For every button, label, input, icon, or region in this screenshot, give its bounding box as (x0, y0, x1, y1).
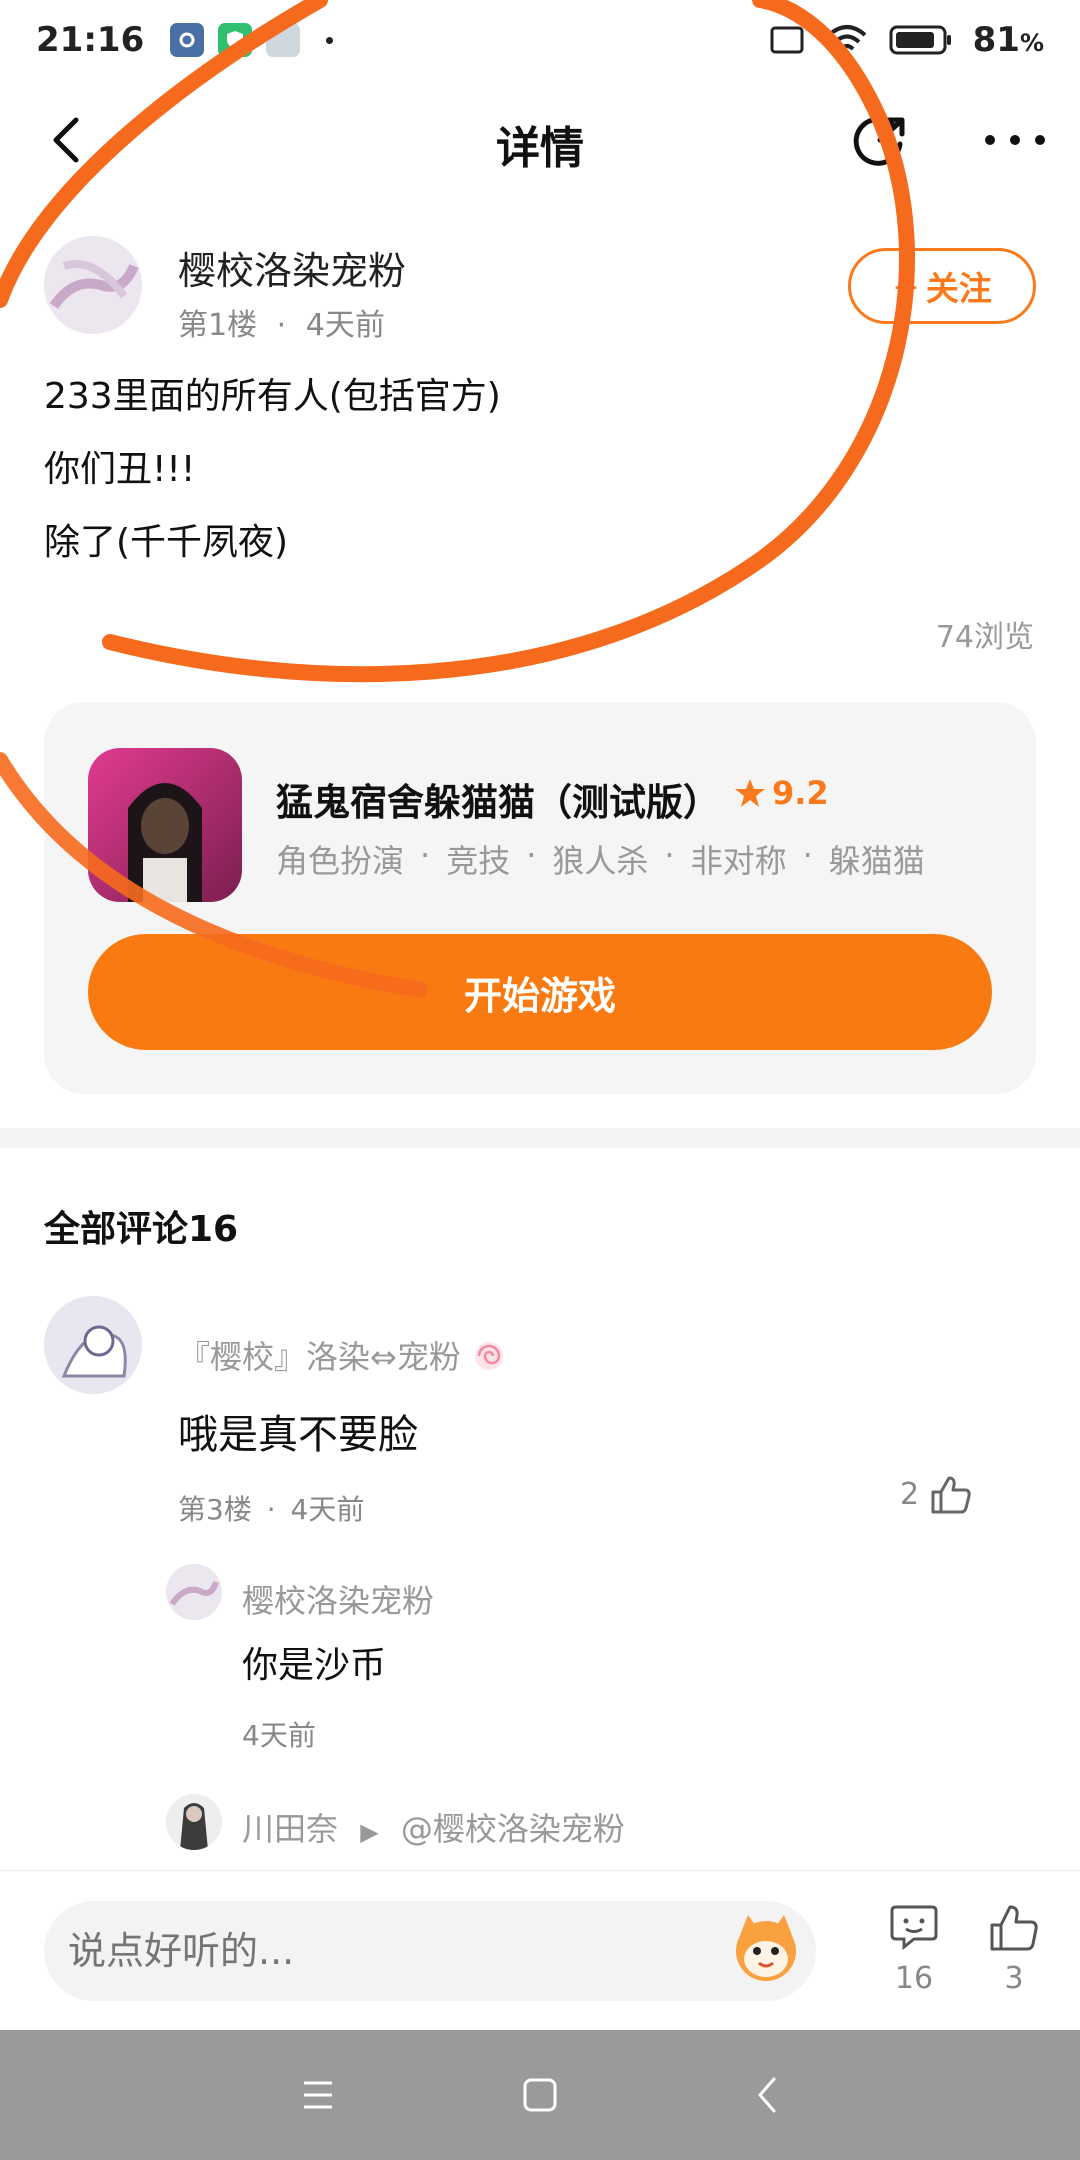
comment-floor: 第3楼 (178, 1493, 252, 1526)
post-time: 4天前 (305, 308, 385, 343)
comment-text: 哦是真不要脸 (178, 1412, 418, 1458)
reply-text: 你是沙币 (242, 1645, 387, 1686)
reply-avatar[interactable] (166, 1794, 222, 1850)
mascot-emoji-icon[interactable] (726, 1909, 806, 1989)
menu-icon[interactable] (288, 2065, 348, 2125)
game-rating: 9.2 (734, 774, 829, 812)
comment-count-button[interactable]: 16 (874, 1901, 954, 1996)
post-line: 233里面的所有人(包括官方) (44, 376, 501, 417)
reply-avatar[interactable] (166, 1564, 222, 1620)
like-count: 3 (1004, 1961, 1024, 1996)
shield-notification-icon (218, 23, 253, 57)
game-tag: 竞技 (446, 842, 511, 880)
follow-label: 关注 (925, 269, 992, 308)
bottom-bar: 16 3 (0, 1870, 1080, 2030)
status-bar: 21:16 81% (0, 0, 1080, 80)
back-nav-icon[interactable] (738, 2065, 798, 2125)
commenter-avatar[interactable] (44, 1296, 142, 1394)
rating-value: 9.2 (772, 774, 829, 812)
comment-time: 4天前 (290, 1493, 365, 1526)
page-title: 详情 (496, 123, 584, 174)
header: 详情 (0, 80, 1080, 200)
section-divider (0, 1128, 1080, 1148)
more-notifications-dot (326, 36, 334, 44)
author-avatar[interactable] (44, 236, 142, 334)
reply-author[interactable]: 樱校洛染宠粉 (242, 1576, 434, 1622)
game-icon[interactable] (88, 748, 242, 902)
comment-meta: 第3楼 · 4天前 (178, 1493, 365, 1526)
battery-percent: 81% (972, 20, 1044, 60)
view-count: 74浏览 (935, 620, 1034, 655)
comment-like-button[interactable]: 2 (900, 1472, 973, 1516)
follow-button[interactable]: + 关注 (848, 248, 1036, 324)
reply-time: 4天前 (242, 1719, 316, 1752)
post-line: 你们丑!!! (44, 449, 196, 490)
game-title[interactable]: 猛鬼宿舍躲猫猫（测试版） (276, 772, 720, 826)
lollipop-icon (475, 1342, 503, 1370)
game-tag: 躲猫猫 (828, 842, 925, 880)
plus-icon: + (892, 266, 920, 306)
like-button[interactable]: 3 (974, 1901, 1054, 1996)
comment-input[interactable] (44, 1901, 816, 2001)
game-tag: 角色扮演 (276, 842, 405, 880)
more-icon[interactable] (980, 122, 1050, 158)
app-notification-icon (266, 23, 301, 57)
post-floor: 第1楼 (178, 308, 258, 343)
game-tags: 角色扮演 · 竞技 · 狼人杀 · 非对称 · 躲猫猫 (276, 836, 925, 880)
screen-icon (770, 26, 804, 54)
author-name[interactable]: 樱校洛染宠粉 (178, 240, 406, 295)
game-card[interactable]: 猛鬼宿舍躲猫猫（测试版） 9.2 角色扮演 · 竞技 · 狼人杀 · 非对称 · 躲猫猫… (44, 702, 1036, 1094)
settings-notification-icon (170, 23, 205, 57)
game-tag: 狼人杀 (552, 842, 649, 880)
battery-icon (889, 25, 951, 55)
reply-author[interactable]: 川田奈 (242, 1810, 338, 1848)
status-time: 21:16 (36, 20, 145, 60)
reply-arrow-icon: ▶ (360, 1818, 379, 1846)
commenter-name[interactable]: 『樱校』洛染⇔宠粉 (178, 1332, 507, 1378)
comment-icon (890, 1905, 938, 1951)
share-icon[interactable] (850, 110, 910, 170)
game-tag: 非对称 (690, 842, 787, 880)
wifi-icon (827, 25, 866, 57)
thumbs-up-icon (931, 1476, 971, 1514)
reply-author-line: 川田奈 ▶ @樱校洛染宠粉 (242, 1804, 625, 1850)
system-nav-bar (0, 2030, 1080, 2160)
reply-mention[interactable]: @樱校洛染宠粉 (401, 1810, 625, 1848)
comments-title: 全部评论16 (44, 1209, 239, 1250)
start-game-button[interactable]: 开始游戏 (88, 934, 992, 1050)
home-icon[interactable] (510, 2065, 570, 2125)
post-line: 除了(千千夙夜) (44, 522, 289, 563)
comment-count: 16 (894, 1961, 934, 1996)
star-icon (735, 779, 765, 807)
thumbs-up-icon (990, 1905, 1038, 1951)
commenter-name-text: 『樱校』洛染⇔宠粉 (178, 1338, 461, 1376)
post-body: 233里面的所有人(包括官方) 你们丑!!! 除了(千千夙夜) (44, 360, 1034, 579)
post-meta: 第1楼 · 4天前 (178, 308, 385, 343)
comment-like-count: 2 (900, 1476, 920, 1512)
